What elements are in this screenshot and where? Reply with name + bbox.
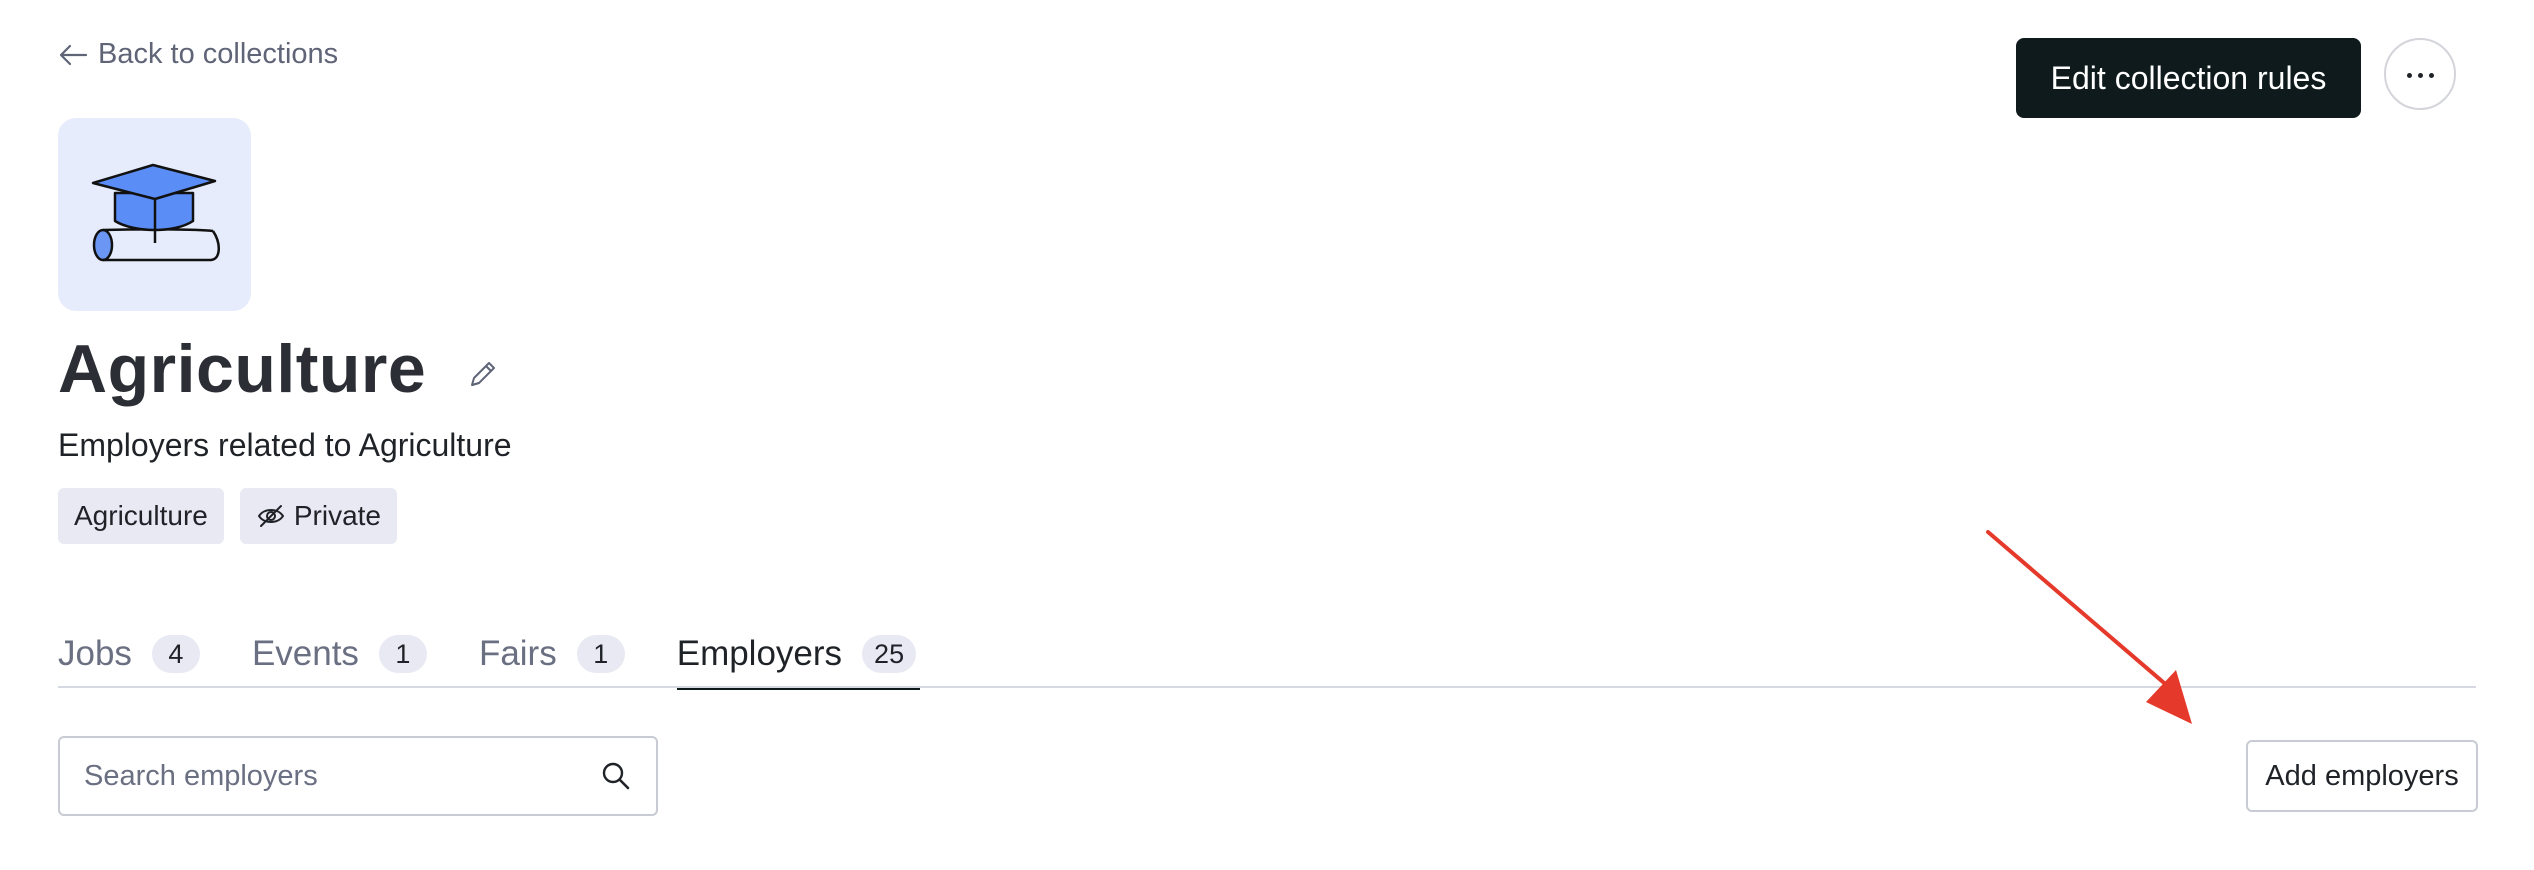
more-options-button[interactable] (2384, 38, 2456, 110)
tab-count-badge: 4 (151, 635, 200, 673)
page-title: Agriculture (58, 331, 427, 407)
tag-list: Agriculture Private (58, 488, 397, 544)
search-icon[interactable] (600, 760, 632, 792)
add-employers-button[interactable]: Add employers (2246, 740, 2478, 812)
annotation-arrow (1986, 530, 2192, 724)
tab-events[interactable]: Events 1 (252, 620, 427, 688)
tag-label: Agriculture (74, 500, 208, 531)
tab-label: Fairs (478, 634, 557, 673)
back-to-collections-link[interactable]: Back to collections (58, 38, 338, 71)
eye-off-icon (257, 505, 285, 527)
tag-label: Private (293, 500, 381, 531)
tab-divider (58, 686, 2476, 688)
edit-collection-rules-button[interactable]: Edit collection rules (2016, 38, 2361, 118)
tab-bar: Jobs 4 Events 1 Fairs 1 Employers 25 (58, 620, 968, 690)
more-horizontal-icon (2404, 65, 2437, 83)
search-employers-field[interactable] (58, 736, 658, 816)
collection-description: Employers related to Agriculture (58, 427, 512, 463)
tab-count-badge: 1 (378, 635, 427, 673)
tab-label: Events (251, 634, 359, 673)
tag-private: Private (239, 488, 397, 544)
tab-label: Jobs (58, 634, 132, 673)
tab-jobs[interactable]: Jobs 4 (58, 620, 200, 688)
back-link-label: Back to collections (98, 38, 339, 70)
tab-count-badge: 1 (576, 635, 625, 673)
tab-fairs[interactable]: Fairs 1 (479, 620, 625, 688)
arrow-left-icon (59, 44, 88, 65)
tab-label: Employers (676, 634, 843, 673)
title-row: Agriculture (58, 330, 500, 408)
graduation-cap-diploma-icon (91, 163, 220, 261)
pencil-icon[interactable] (466, 357, 500, 391)
tab-count-badge: 25 (862, 635, 917, 673)
tag-agriculture: Agriculture (58, 488, 224, 544)
collection-image (58, 118, 251, 311)
tab-employers[interactable]: Employers 25 (676, 620, 921, 690)
search-input[interactable] (84, 759, 600, 793)
collection-page: Back to collections Edit collection rule… (0, 0, 2534, 870)
